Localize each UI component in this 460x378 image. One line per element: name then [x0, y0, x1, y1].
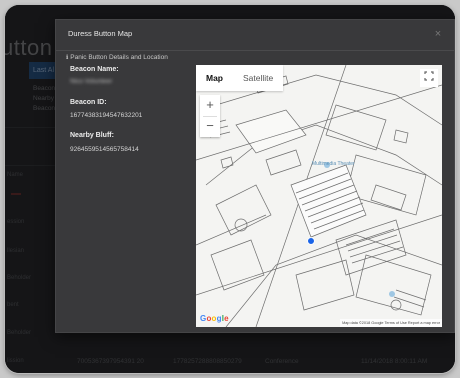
- zoom-in-button[interactable]: +: [200, 95, 220, 116]
- map-place-label: Multimedia Theater: [312, 161, 355, 167]
- section-title-text: Panic Button Details and Location: [70, 54, 168, 61]
- beacon-name-value: Nico Volunteer: [70, 78, 113, 85]
- beacon-id-label: Beacon ID:: [70, 99, 107, 106]
- zoom-out-button[interactable]: −: [200, 116, 220, 137]
- nearby-label: Nearby Bluff:: [70, 132, 114, 139]
- close-button[interactable]: ×: [430, 26, 446, 42]
- app-frame: utton D Last Al Beacon Nearby Beacon Nam…: [5, 5, 455, 373]
- beacon-name-label: Beacon Name:: [70, 66, 119, 73]
- modal-title: Duress Button Map: [68, 29, 133, 38]
- fullscreen-icon: [424, 71, 434, 81]
- map-type-satellite-button[interactable]: Satellite: [233, 65, 283, 91]
- duress-button-map-modal: Duress Button Map × ℹ Panic Button Detail…: [55, 19, 455, 333]
- nearby-value: 9264559514565758414: [70, 146, 139, 153]
- info-icon: ℹ: [66, 55, 69, 61]
- map-type-map-button[interactable]: Map: [196, 65, 233, 91]
- map-view[interactable]: Multimedia Theater Map Satellite + − Goo…: [196, 65, 442, 327]
- map-attribution[interactable]: Map data ©2018 Google Terms of Use Repor…: [340, 319, 442, 327]
- zoom-divider: [203, 116, 217, 117]
- map-type-control: Map Satellite: [196, 65, 284, 91]
- beacon-id-value: 16774383194547632201: [70, 112, 143, 119]
- zoom-control: + −: [200, 95, 220, 137]
- modal-header: Duress Button Map ×: [56, 20, 454, 51]
- close-icon: ×: [434, 28, 442, 40]
- fullscreen-button[interactable]: [420, 69, 438, 87]
- google-logo: Google: [200, 314, 229, 323]
- floor-plan: [196, 65, 442, 327]
- section-title: ℹ Panic Button Details and Location: [66, 54, 168, 61]
